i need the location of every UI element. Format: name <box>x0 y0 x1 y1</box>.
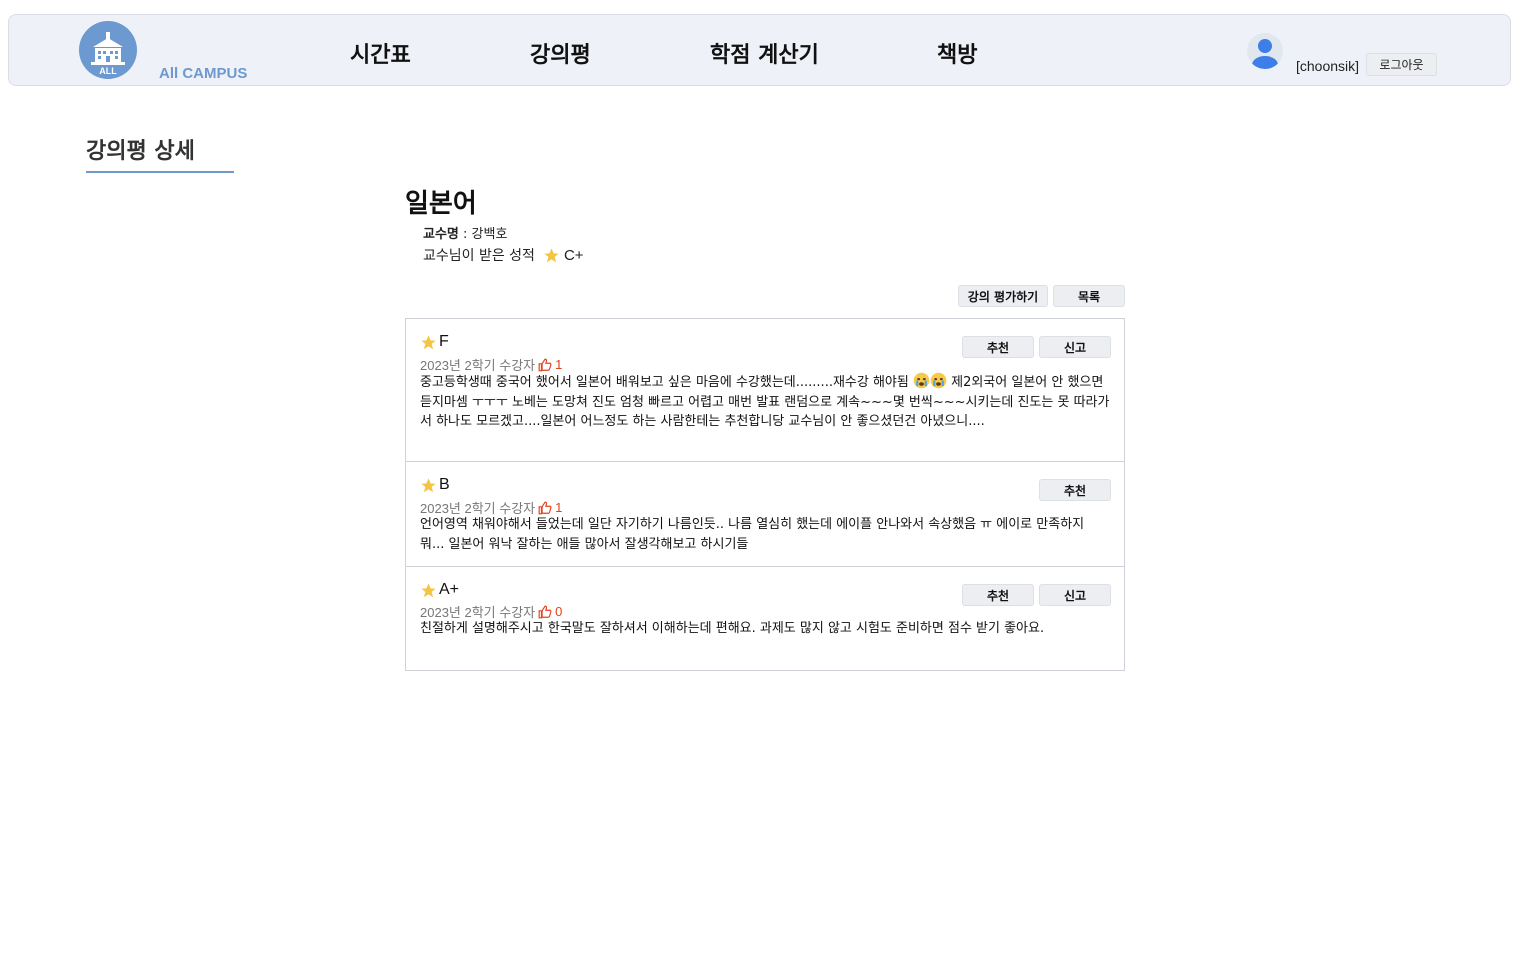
review-text-part: 중고등학생때 중국어 했어서 일본어 배워보고 싶은 마음에 수강했는데....… <box>420 375 913 390</box>
review-grade-row: A+ <box>420 581 459 599</box>
review-item: A+ 추천 신고 2023년 2학기 수강자 0 친절하게 설명해주시고 한국말… <box>406 567 1124 670</box>
logo-badge-text: ALL <box>99 66 117 76</box>
user-avatar-icon[interactable] <box>1247 33 1283 69</box>
review-grade-row: F <box>420 333 449 351</box>
crying-face-icon <box>930 372 947 389</box>
review-text: 친절하게 설명해주시고 한국말도 잘하셔서 이해하는데 편해요. 과제도 많지 … <box>420 621 1045 636</box>
star-icon <box>420 582 437 599</box>
logout-button[interactable]: 로그아웃 <box>1366 53 1437 76</box>
nav-bookstore[interactable]: 책방 <box>937 37 977 69</box>
star-icon <box>543 247 560 264</box>
campus-logo-icon[interactable]: ALL <box>79 21 137 79</box>
star-icon <box>420 334 437 351</box>
review-list: F 추천 신고 2023년 2학기 수강자 1 중고등학생때 중국어 했어서 일… <box>405 318 1125 671</box>
thumbs-up-icon[interactable] <box>538 501 552 515</box>
like-count: 0 <box>555 604 563 619</box>
crying-face-icon <box>913 372 930 389</box>
review-grade: F <box>439 333 449 350</box>
user-name: [choonsik] <box>1296 58 1360 74</box>
report-button[interactable]: 신고 <box>1039 584 1111 606</box>
professor-grade-row: 교수님이 받은 성적 C+ <box>423 245 584 265</box>
recommend-button[interactable]: 추천 <box>962 336 1034 358</box>
section-underline <box>86 171 234 173</box>
professor-label: 교수명 <box>423 227 459 242</box>
thumbs-up-icon[interactable] <box>538 605 552 619</box>
top-navbar: ALL All CAMPUS 시간표 강의평 학점 계산기 책방 [choons… <box>8 14 1511 86</box>
review-grade-row: B <box>420 476 450 494</box>
nav-grade-calculator[interactable]: 학점 계산기 <box>710 37 819 69</box>
recommend-button[interactable]: 추천 <box>1039 479 1111 501</box>
logo-text[interactable]: All CAMPUS <box>159 65 247 82</box>
nav-timetable[interactable]: 시간표 <box>350 37 411 69</box>
star-icon <box>420 477 437 494</box>
professor-separator: : <box>458 227 472 242</box>
grade-value: C+ <box>563 246 584 264</box>
list-button[interactable]: 목록 <box>1053 285 1125 307</box>
thumbs-up-icon[interactable] <box>538 358 552 372</box>
review-item: F 추천 신고 2023년 2학기 수강자 1 중고등학생때 중국어 했어서 일… <box>406 319 1124 462</box>
course-title: 일본어 <box>405 189 477 219</box>
like-count: 1 <box>555 500 563 515</box>
evaluate-lecture-button[interactable]: 강의 평가하기 <box>958 285 1048 307</box>
like-count: 1 <box>555 357 563 372</box>
review-text: 언어영역 채워야해서 들었는데 일단 자기하기 나름인듯.. 나름 열심히 했는… <box>420 517 1085 552</box>
professor-name: 강백호 <box>471 227 508 242</box>
nav-lecture-reviews[interactable]: 강의평 <box>530 37 591 69</box>
review-grade: A+ <box>439 581 460 598</box>
professor-row: 교수명 : 강백호 <box>423 223 507 242</box>
report-button[interactable]: 신고 <box>1039 336 1111 358</box>
recommend-button[interactable]: 추천 <box>962 584 1034 606</box>
grade-label: 교수님이 받은 성적 <box>423 248 535 264</box>
review-item: B 추천 2023년 2학기 수강자 1 언어영역 채워야해서 들었는데 일단 … <box>406 462 1124 567</box>
section-title: 강의평 상세 <box>86 139 195 164</box>
review-grade: B <box>439 476 450 493</box>
review-text: 중고등학생때 중국어 했어서 일본어 배워보고 싶은 마음에 수강했는데....… <box>420 372 1112 432</box>
